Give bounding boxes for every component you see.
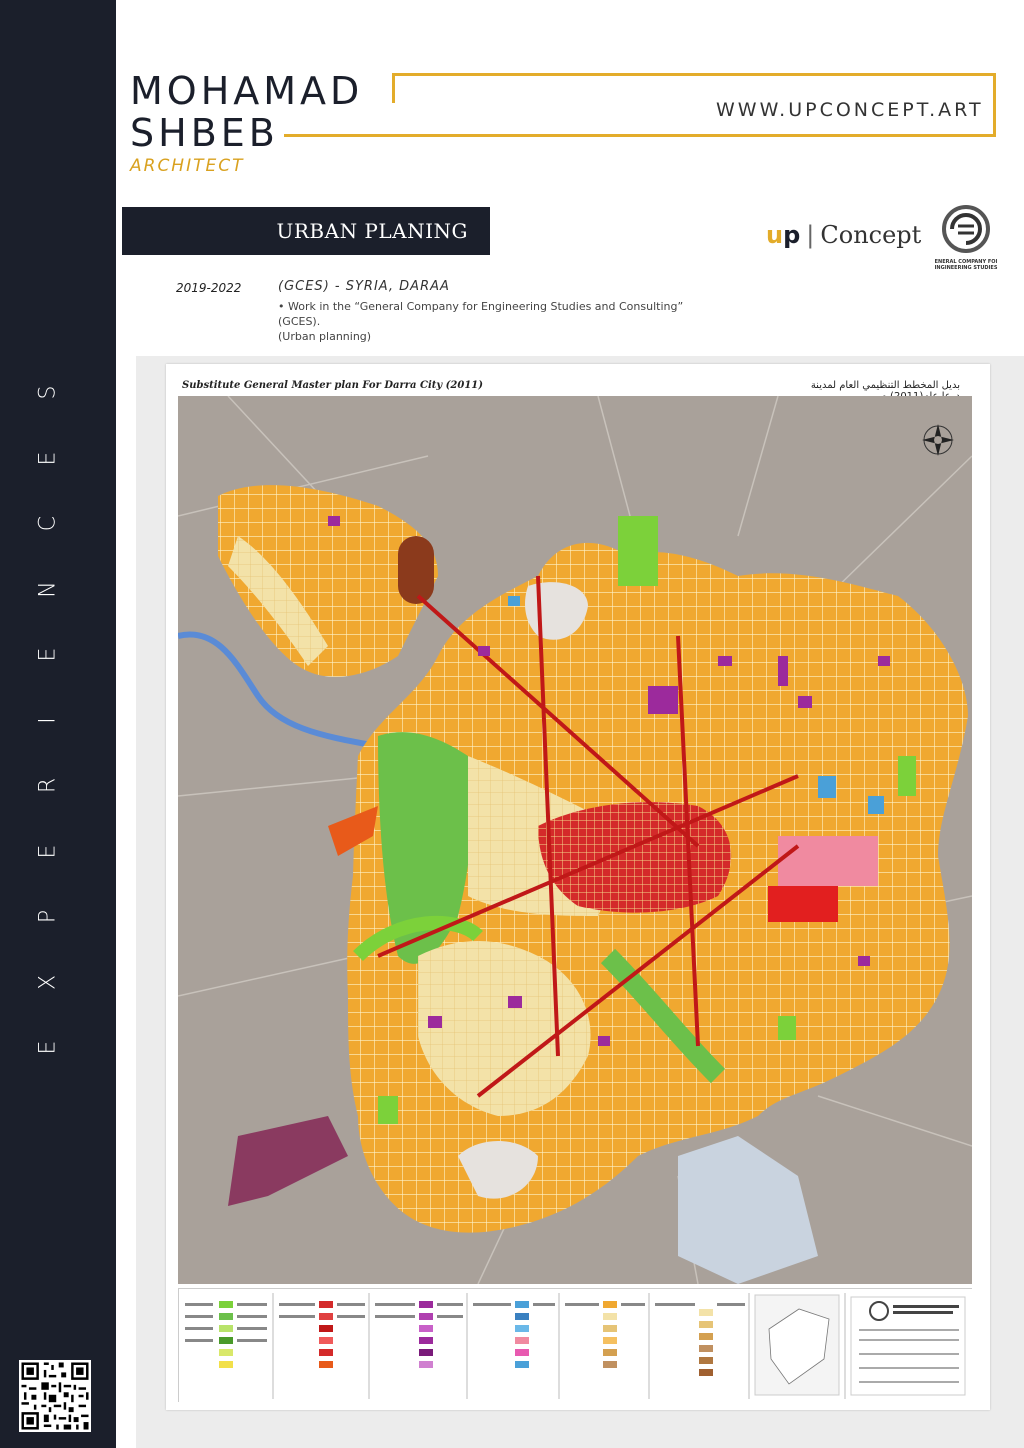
vertical-letter: R bbox=[35, 777, 61, 794]
vertical-letter: E bbox=[35, 451, 61, 465]
gces-caption-2: INGINEERING STUDIES bbox=[934, 265, 998, 271]
sidebar: S E C N E I R E P X E bbox=[0, 0, 116, 1448]
vertical-letter: P bbox=[35, 909, 61, 924]
experiences-vertical-label: S E C N E I R E P X E bbox=[22, 380, 74, 1060]
desc-line: (Urban planning) bbox=[278, 330, 372, 343]
master-plan-map bbox=[177, 395, 973, 1285]
gces-logo-icon: ENERAL COMPANY FOI INGINEERING STUDIES bbox=[930, 204, 1002, 272]
vertical-letter: E bbox=[35, 844, 61, 858]
logo-u: u bbox=[766, 221, 784, 249]
vertical-letter: C bbox=[35, 515, 61, 532]
vertical-letter: X bbox=[35, 974, 61, 990]
upconcept-logo-icon: u p | Concept bbox=[766, 221, 921, 249]
logo-p: p bbox=[783, 221, 801, 249]
section-title: URBAN PLANING bbox=[276, 219, 468, 243]
desc-line: • Work in the “General Company for Engin… bbox=[278, 300, 684, 313]
website-link[interactable]: WWW.UPCONCEPT.ART bbox=[716, 99, 984, 121]
name-first: MOHAMAD bbox=[130, 69, 364, 113]
vertical-letter: E bbox=[35, 647, 61, 662]
role-title: ARCHITECT bbox=[130, 156, 245, 176]
website-frame-extension bbox=[284, 134, 394, 137]
vertical-letter: E bbox=[35, 1040, 61, 1055]
map-legend bbox=[178, 1288, 973, 1403]
logo-separator: | bbox=[806, 221, 815, 249]
logo-word: Concept bbox=[820, 221, 922, 249]
desc-line: (GCES). bbox=[278, 315, 321, 328]
experience-description: • Work in the “General Company for Engin… bbox=[278, 299, 698, 344]
vertical-letter: S bbox=[35, 385, 61, 400]
map-title-english: Substitute General Master plan For Darra… bbox=[182, 380, 483, 391]
website-frame-left bbox=[392, 73, 395, 103]
name-block: MOHAMAD SHBEB ARCHITECT bbox=[130, 72, 363, 175]
section-title-bar: URBAN PLANING bbox=[122, 207, 490, 255]
experience-organization: (GCES) - SYRIA, DARAA bbox=[278, 279, 450, 294]
experience-period: 2019-2022 bbox=[176, 281, 242, 295]
vertical-letter: I bbox=[35, 716, 61, 724]
vertical-letter: N bbox=[35, 580, 61, 598]
qr-code-icon[interactable] bbox=[19, 1360, 91, 1432]
name-last: SHBEB bbox=[130, 111, 279, 155]
